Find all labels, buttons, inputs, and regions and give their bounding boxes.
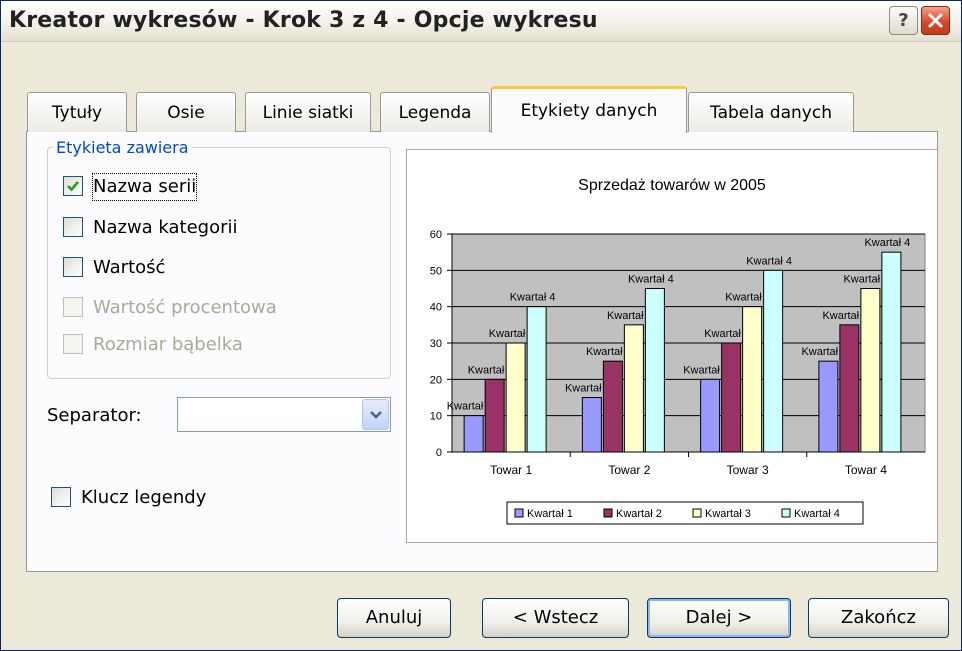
chart-title: Sprzedaż towarów w 2005 [578,177,766,194]
legend-swatch [692,508,702,518]
legend-entry: Kwartał 2 [616,508,662,520]
chart-preview: Sprzedaż towarów w 2005 0 10 20 30 40 50 60 Towa… [406,149,938,543]
legend-entry: Kwartał 4 [794,508,840,520]
bar [623,324,644,453]
tab-titles[interactable]: Tytuły [27,92,127,132]
bar [721,342,742,453]
bar [742,306,763,453]
y-tick-label: 40 [430,302,442,314]
x-tick-label: Towar 3 [727,463,769,477]
legend-swatch [514,508,524,518]
legend-swatch [781,508,791,518]
tab-data-labels[interactable]: Etykiety danych [491,86,687,133]
percentage-label: Wartość procentowa [93,297,277,318]
bubble-size-label: Rozmiar bąbelka [93,334,243,355]
tab-data-table[interactable]: Tabela danych [688,92,854,132]
bar [526,306,547,453]
separator-dropdown[interactable] [177,397,391,432]
chart: Sprzedaż towarów w 2005 0 10 20 30 40 50 60 Towa… [430,177,926,525]
bubble-size-checkbox [63,334,83,354]
bar [700,378,721,453]
bar [839,324,860,453]
y-tick-label: 50 [430,265,442,277]
y-tick-label: 60 [430,229,442,241]
cancel-button[interactable]: Anuluj [337,598,451,638]
percentage-checkbox [63,297,83,317]
category-name-label: Nazwa kategorii [93,217,238,238]
checkmark-icon [67,181,79,192]
back-button[interactable]: < Wstecz [482,598,629,638]
bar [860,288,881,453]
tab-strip: Tytuły Osie Linie siatki Legenda Etykiet… [27,86,927,133]
series-name-label: Nazwa serii [91,173,198,201]
x-tick-label: Towar 4 [845,463,887,477]
legend-swatch [603,508,613,518]
bar [763,269,784,453]
series-name-checkbox[interactable] [63,176,83,196]
bar [881,251,902,453]
bar [505,342,526,453]
data-label: Kwartał 4 [510,292,556,304]
data-label: Kwartał 4 [628,274,674,286]
chart-wizard-dialog: Kreator wykresów - Krok 3 z 4 - Opcje wy… [0,0,962,651]
chevron-down-icon [370,411,382,419]
label-contains-title: Etykieta zawiera [53,138,192,157]
y-tick-label: 0 [436,447,442,459]
bar [818,360,839,453]
legend-key-checkbox[interactable] [51,487,71,507]
legend-entry: Kwartał 1 [527,508,573,520]
data-label: Kwartał 4 [864,237,910,249]
data-label: Kwartał 4 [746,255,792,267]
y-tick-label: 30 [430,338,442,350]
title-bar: Kreator wykresów - Krok 3 z 4 - Opcje wy… [1,1,961,42]
help-button[interactable]: ? [889,6,918,35]
bar [581,397,602,453]
bar [463,415,484,453]
separator-label: Separator: [47,405,142,426]
bar [602,360,623,453]
finish-button[interactable]: Zakończ [808,598,949,638]
legend-entry: Kwartał 3 [705,508,751,520]
x-tick-label: Towar 2 [608,463,650,477]
legend-key-option[interactable]: Klucz legendy [51,485,251,511]
series-name-option[interactable]: Nazwa serii [63,173,263,201]
close-button[interactable] [921,6,950,35]
dropdown-button[interactable] [362,399,389,430]
tab-legend[interactable]: Legenda [380,92,490,132]
category-name-checkbox[interactable] [63,217,83,237]
window-title: Kreator wykresów - Krok 3 z 4 - Opcje wy… [9,8,598,33]
tab-axes[interactable]: Osie [136,92,236,132]
category-name-option[interactable]: Nazwa kategorii [63,215,303,241]
value-label: Wartość [93,257,166,278]
tab-gridlines[interactable]: Linie siatki [245,92,371,132]
close-icon [928,13,943,28]
value-option[interactable]: Wartość [63,255,263,281]
next-button[interactable]: Dalej > [647,598,791,638]
legend-key-label: Klucz legendy [81,487,207,508]
help-icon: ? [898,10,909,31]
percentage-option: Wartość procentowa [63,295,323,321]
x-tick-label: Towar 1 [490,463,532,477]
y-tick-label: 10 [430,411,442,423]
y-tick-label: 20 [430,374,442,386]
value-checkbox[interactable] [63,257,83,277]
bar [484,378,505,453]
bubble-size-option: Rozmiar bąbelka [63,332,303,358]
bar [644,288,665,453]
